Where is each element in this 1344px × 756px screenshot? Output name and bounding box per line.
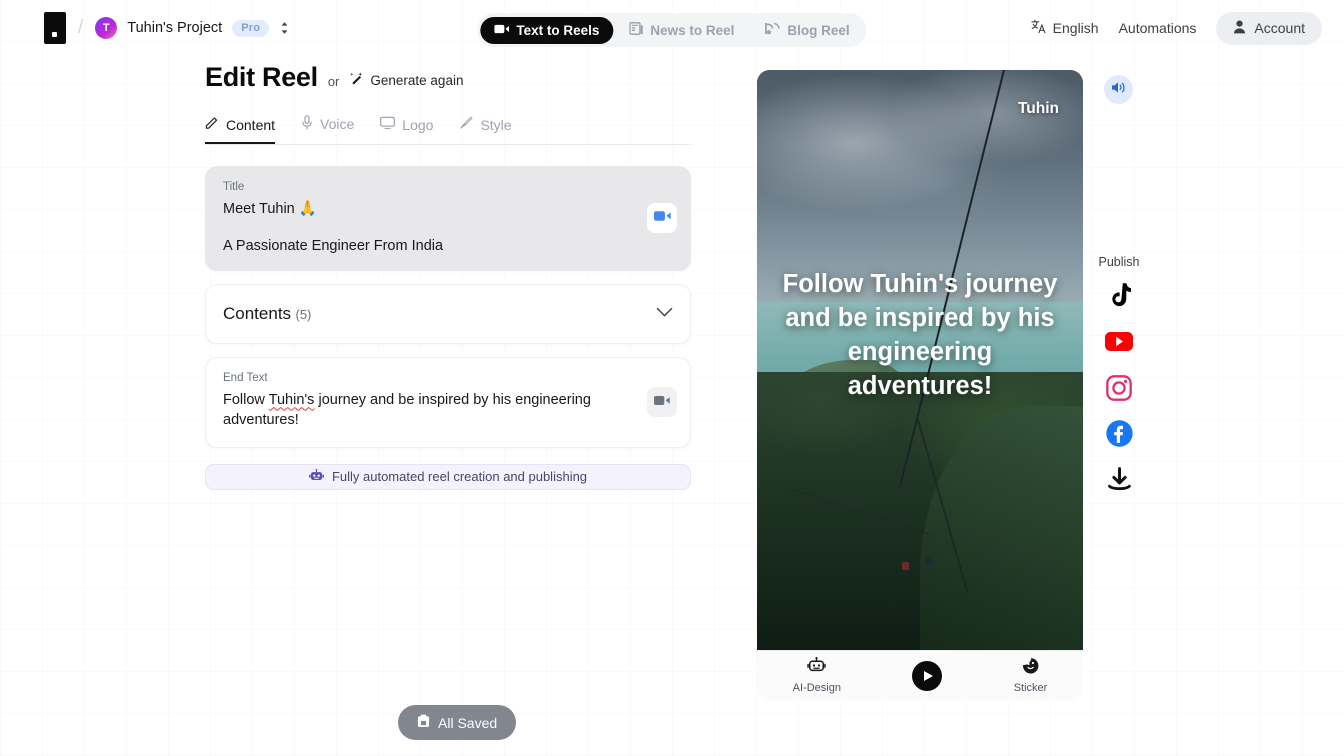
account-button[interactable]: Account <box>1216 11 1322 45</box>
preview-caption: Follow Tuhin's journey and be inspired b… <box>782 270 1058 400</box>
editor-header: Edit Reel or Generate again <box>205 62 691 93</box>
person-icon <box>1233 20 1246 37</box>
tab-content[interactable]: Content <box>205 116 276 144</box>
speaker-volume-icon <box>1110 80 1127 100</box>
publish-facebook-button[interactable] <box>1104 420 1134 452</box>
or-label: or <box>327 74 340 89</box>
title-card-value[interactable]: Meet Tuhin 🙏 <box>223 199 673 220</box>
tab-style[interactable]: Style <box>459 116 512 144</box>
cable-car-cabin-red <box>902 562 909 570</box>
robot-icon <box>807 657 826 679</box>
tab-label: Text to Reels <box>516 22 600 38</box>
all-saved-button[interactable]: All Saved <box>398 705 517 740</box>
automations-link[interactable]: Automations <box>1119 20 1197 36</box>
tab-label: Style <box>480 116 512 133</box>
title-video-button[interactable] <box>647 203 677 234</box>
title-card-label: Title <box>223 181 245 193</box>
robot-icon <box>309 468 324 485</box>
brand-group: / T Tuhin's Project Pro <box>0 12 290 44</box>
end-text-misspelled-word: Tuhin's <box>268 391 315 408</box>
publish-tiktok-button[interactable] <box>1104 282 1134 315</box>
account-label: Account <box>1254 20 1305 36</box>
app-logo-mark[interactable] <box>44 12 66 44</box>
cable-car-cabin-dark <box>925 557 932 565</box>
project-avatar: T <box>95 17 118 39</box>
chevron-up-down-icon[interactable] <box>279 20 290 36</box>
tab-blog-reel[interactable]: Blog Reel <box>750 16 863 44</box>
breadcrumb-separator: / <box>78 17 84 38</box>
publish-download-button[interactable] <box>1104 466 1134 498</box>
translate-icon <box>1031 19 1046 37</box>
tab-label: Logo <box>402 116 434 133</box>
video-camera-icon <box>653 209 671 227</box>
facebook-icon <box>1105 420 1133 452</box>
page-title: Edit Reel <box>205 62 318 92</box>
download-icon <box>1106 466 1133 498</box>
end-text-card[interactable]: End Text Follow Tuhin's journey and be i… <box>205 356 691 448</box>
preview-toolbar: AI-Design Sticker <box>757 650 1083 700</box>
tab-label: Voice <box>320 116 355 132</box>
newspaper-icon <box>629 22 643 38</box>
paint-brush-icon <box>459 116 474 133</box>
contents-heading: Contents (5) <box>223 304 311 324</box>
instagram-icon <box>1106 374 1132 406</box>
magic-wand-icon <box>349 71 364 89</box>
automations-label: Automations <box>1118 20 1197 36</box>
video-preview[interactable]: Tuhin Follow Tuhin's journey and be insp… <box>757 70 1083 650</box>
top-navigation-bar: / T Tuhin's Project Pro Text to Reels Ne… <box>0 0 1344 56</box>
play-icon[interactable] <box>912 660 943 691</box>
ai-design-label: AI-Design <box>792 682 841 694</box>
tiktok-icon <box>1106 282 1132 315</box>
youtube-icon <box>1105 331 1133 357</box>
publish-youtube-button[interactable] <box>1104 329 1134 359</box>
automation-banner-text: Fully automated reel creation and publis… <box>331 469 588 485</box>
preview-watermark: Tuhin <box>1017 100 1059 117</box>
end-text-video-button[interactable] <box>647 387 677 418</box>
video-camera-icon <box>494 23 510 38</box>
sticker-button[interactable]: Sticker <box>1013 657 1048 694</box>
top-right-actions: English Automations Account <box>1031 0 1322 56</box>
tab-logo[interactable]: Logo <box>380 116 433 144</box>
sticker-icon <box>1022 657 1040 679</box>
contents-count: (5) <box>295 306 312 322</box>
tab-label: News to Reel <box>650 22 735 38</box>
sound-toggle-button[interactable] <box>1104 75 1133 104</box>
contents-card[interactable]: Contents (5) <box>205 283 691 344</box>
save-icon <box>417 714 430 731</box>
publish-rail: Publish <box>1088 255 1150 513</box>
publish-label: Publish <box>1098 255 1140 269</box>
ai-design-button[interactable]: AI-Design <box>793 657 841 694</box>
project-name[interactable]: Tuhin's Project <box>127 20 222 36</box>
tab-label: Blog Reel <box>787 22 850 38</box>
end-text-label: End Text <box>223 371 268 384</box>
editor-panel: Edit Reel or Generate again Content Voic… <box>205 62 691 490</box>
monitor-icon <box>380 116 396 133</box>
end-text-value[interactable]: Follow Tuhin's journey and be inspired b… <box>223 390 635 431</box>
blog-rss-icon <box>764 22 780 38</box>
end-text-prefix: Follow <box>223 391 269 408</box>
chevron-down-icon[interactable] <box>656 305 673 323</box>
title-card-subtitle[interactable]: A Passionate Engineer From India <box>223 238 673 254</box>
pencil-edit-icon <box>205 116 219 133</box>
video-camera-icon <box>654 393 670 411</box>
mode-segmented-control: Text to Reels News to Reel Blog Reel <box>477 13 867 47</box>
tab-voice[interactable]: Voice <box>301 115 354 144</box>
language-label: English <box>1052 20 1099 36</box>
microphone-icon <box>301 115 313 133</box>
sticker-label: Sticker <box>1013 682 1048 694</box>
editor-tabs: Content Voice Logo Style <box>205 115 691 145</box>
generate-again-label: Generate again <box>370 72 464 88</box>
plan-badge: Pro <box>232 19 270 37</box>
tab-label: Content <box>226 116 276 133</box>
title-card[interactable]: Title Meet Tuhin 🙏 A Passionate Engineer… <box>205 166 691 271</box>
publish-instagram-button[interactable] <box>1104 374 1134 406</box>
contents-label: Contents <box>223 303 292 323</box>
all-saved-label: All Saved <box>438 714 498 731</box>
tab-news-to-reel[interactable]: News to Reel <box>615 16 748 44</box>
play-button-wrap[interactable] <box>912 660 943 691</box>
generate-again-button[interactable]: Generate again <box>349 71 463 89</box>
tab-text-to-reels[interactable]: Text to Reels <box>480 16 614 44</box>
automation-banner[interactable]: Fully automated reel creation and publis… <box>205 463 691 490</box>
language-selector[interactable]: English <box>1031 19 1099 37</box>
